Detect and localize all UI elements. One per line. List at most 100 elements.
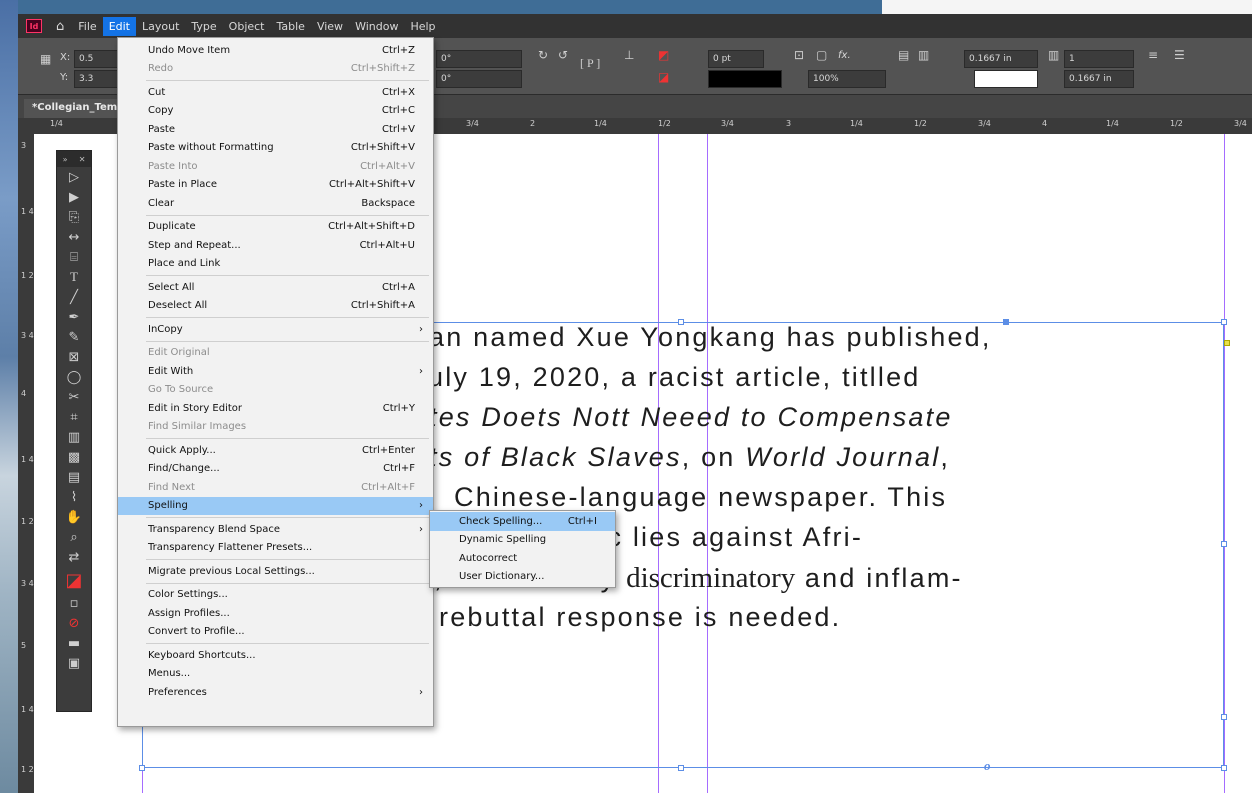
text-wrap-icon[interactable]: ▤: [898, 48, 909, 62]
type-tool-icon[interactable]: T: [57, 267, 91, 287]
menu-item-keyboard-shortcuts[interactable]: Keyboard Shortcuts...: [118, 646, 433, 665]
fill-stroke-icon[interactable]: ◪: [57, 567, 91, 593]
menu-item-go-to-source[interactable]: Go To Source: [118, 381, 433, 400]
gap-tool-icon[interactable]: ↔: [57, 227, 91, 247]
menu-item-assign-profiles[interactable]: Assign Profiles...: [118, 604, 433, 623]
menu-file[interactable]: File: [72, 17, 102, 36]
corner-icon[interactable]: ▢: [816, 48, 827, 62]
effects-icon[interactable]: fx.: [838, 50, 851, 61]
menu-item-undo[interactable]: Undo Move Item Ctrl+Z: [118, 41, 433, 60]
preview-mode-icon[interactable]: ▣: [57, 653, 91, 673]
frame-handle[interactable]: [678, 765, 684, 771]
tools-panel-header[interactable]: » ✕: [57, 151, 91, 167]
screen-mode-icon[interactable]: ▬: [57, 633, 91, 653]
rotation-angle-field[interactable]: 0°: [436, 50, 522, 68]
menu-item-clear[interactable]: Clear Backspace: [118, 194, 433, 213]
fill-none-icon[interactable]: ◩: [658, 48, 669, 62]
frame-fitting-icon[interactable]: ⊡: [794, 48, 804, 62]
menu-edit[interactable]: Edit: [102, 16, 136, 36]
frame-handle[interactable]: [1221, 714, 1227, 720]
collapse-icon[interactable]: »: [63, 155, 68, 164]
menu-type[interactable]: Type: [185, 17, 222, 36]
gradient-swatch-tool-icon[interactable]: ▥: [57, 427, 91, 447]
wrap-offset-field[interactable]: 0.1667 in: [964, 50, 1038, 68]
menu-item-color-settings[interactable]: Color Settings...: [118, 586, 433, 605]
y-position-field[interactable]: 3.3: [74, 70, 118, 88]
menu-item-dynamic-spelling[interactable]: Dynamic Spelling: [430, 531, 615, 550]
frame-handle[interactable]: [1221, 765, 1227, 771]
stroke-weight-field[interactable]: 0 pt: [708, 50, 764, 68]
swatch-dropdown[interactable]: [974, 70, 1038, 88]
rotate-cw-icon[interactable]: ↻: [538, 48, 548, 62]
columns-field[interactable]: 1: [1064, 50, 1134, 68]
pen-tool-icon[interactable]: ✒: [57, 307, 91, 327]
menu-window[interactable]: Window: [349, 17, 404, 36]
hand-tool-icon[interactable]: ✋: [57, 507, 91, 527]
menu-view[interactable]: View: [311, 17, 349, 36]
selection-tool-icon[interactable]: ▷: [57, 167, 91, 187]
pencil-tool-icon[interactable]: ✎: [57, 327, 91, 347]
text-wrap-bbox-icon[interactable]: ▥: [918, 48, 929, 62]
menu-item-edit-original[interactable]: Edit Original: [118, 344, 433, 363]
apply-none-icon[interactable]: ⊘: [57, 613, 91, 633]
menu-item-paste[interactable]: Paste Ctrl+V: [118, 120, 433, 139]
page-tool-icon[interactable]: ⎘: [57, 207, 91, 227]
opacity-field[interactable]: 100%: [808, 70, 886, 88]
menu-item-deselect-all[interactable]: Deselect All Ctrl+Shift+A: [118, 297, 433, 316]
zoom-tool-icon[interactable]: ⌕: [57, 527, 91, 547]
corner-option-handle[interactable]: [1224, 340, 1230, 346]
align-icon[interactable]: ⊥: [624, 48, 634, 62]
hamburger-icon[interactable]: ☰: [1174, 48, 1185, 62]
menu-item-preferences[interactable]: Preferences ›: [118, 683, 433, 702]
menu-item-find-next[interactable]: Find Next Ctrl+Alt+F: [118, 478, 433, 497]
note-tool-icon[interactable]: ▤: [57, 467, 91, 487]
menu-item-check-spelling[interactable]: Check Spelling... Ctrl+I: [430, 512, 615, 531]
frame-handle[interactable]: [1221, 319, 1227, 325]
menu-item-transparency-blend-space[interactable]: Transparency Blend Space ›: [118, 520, 433, 539]
menu-item-copy[interactable]: Copy Ctrl+C: [118, 102, 433, 121]
close-icon[interactable]: ✕: [79, 155, 86, 164]
justify-icon[interactable]: ≡: [1148, 48, 1158, 62]
menu-item-paste-into[interactable]: Paste Into Ctrl+Alt+V: [118, 157, 433, 176]
menu-item-menus[interactable]: Menus...: [118, 665, 433, 684]
menu-item-edit-in-story-editor[interactable]: Edit in Story Editor Ctrl+Y: [118, 399, 433, 418]
menu-item-quick-apply[interactable]: Quick Apply... Ctrl+Enter: [118, 441, 433, 460]
menu-item-migrate-settings[interactable]: Migrate previous Local Settings...: [118, 562, 433, 581]
gradient-feather-tool-icon[interactable]: ▩: [57, 447, 91, 467]
menu-layout[interactable]: Layout: [136, 17, 185, 36]
menu-item-redo[interactable]: Redo Ctrl+Shift+Z: [118, 60, 433, 79]
menu-help[interactable]: Help: [404, 17, 441, 36]
menu-object[interactable]: Object: [223, 17, 271, 36]
stroke-none-icon[interactable]: ◪: [658, 70, 669, 84]
menu-item-step-and-repeat[interactable]: Step and Repeat... Ctrl+Alt+U: [118, 236, 433, 255]
ellipse-tool-icon[interactable]: ◯: [57, 367, 91, 387]
shear-angle-field[interactable]: 0°: [436, 70, 522, 88]
menu-item-incopy[interactable]: InCopy ›: [118, 320, 433, 339]
content-collector-icon[interactable]: ⌸: [57, 247, 91, 267]
free-transform-tool-icon[interactable]: ⌗: [57, 407, 91, 427]
menu-item-paste-without-formatting[interactable]: Paste without Formatting Ctrl+Shift+V: [118, 139, 433, 158]
eyedropper-tool-icon[interactable]: ⌇: [57, 487, 91, 507]
menu-item-find-similar-images[interactable]: Find Similar Images: [118, 418, 433, 437]
text-frame-icon[interactable]: [ P ]: [580, 56, 600, 71]
rectangle-frame-tool-icon[interactable]: ⊠: [57, 347, 91, 367]
menu-item-edit-with[interactable]: Edit With ›: [118, 362, 433, 381]
frame-handle[interactable]: [1221, 541, 1227, 547]
menu-item-spelling[interactable]: Spelling ›: [118, 496, 433, 515]
line-tool-icon[interactable]: ╱: [57, 287, 91, 307]
menu-item-cut[interactable]: Cut Ctrl+X: [118, 83, 433, 102]
direct-selection-tool-icon[interactable]: ▶: [57, 187, 91, 207]
reference-point-icon[interactable]: ▦: [40, 52, 51, 66]
vertical-ruler[interactable]: 3 1 4 1 2 3 4 4 1 4 1 2 3 4 5 1 4 1 2: [18, 134, 34, 793]
gutter-field[interactable]: 0.1667 in: [1064, 70, 1134, 88]
menu-item-autocorrect[interactable]: Autocorrect: [430, 549, 615, 568]
menu-item-find-change[interactable]: Find/Change... Ctrl+F: [118, 460, 433, 479]
menu-item-place-and-link[interactable]: Place and Link: [118, 255, 433, 274]
menu-item-paste-in-place[interactable]: Paste in Place Ctrl+Alt+Shift+V: [118, 176, 433, 195]
swap-fill-stroke-icon[interactable]: ⇄: [57, 547, 91, 567]
rotate-ccw-icon[interactable]: ↺: [558, 48, 568, 62]
menu-item-convert-to-profile[interactable]: Convert to Profile...: [118, 623, 433, 642]
formatting-container-icon[interactable]: ▫: [57, 593, 91, 613]
scissors-tool-icon[interactable]: ✂: [57, 387, 91, 407]
menu-item-select-all[interactable]: Select All Ctrl+A: [118, 278, 433, 297]
